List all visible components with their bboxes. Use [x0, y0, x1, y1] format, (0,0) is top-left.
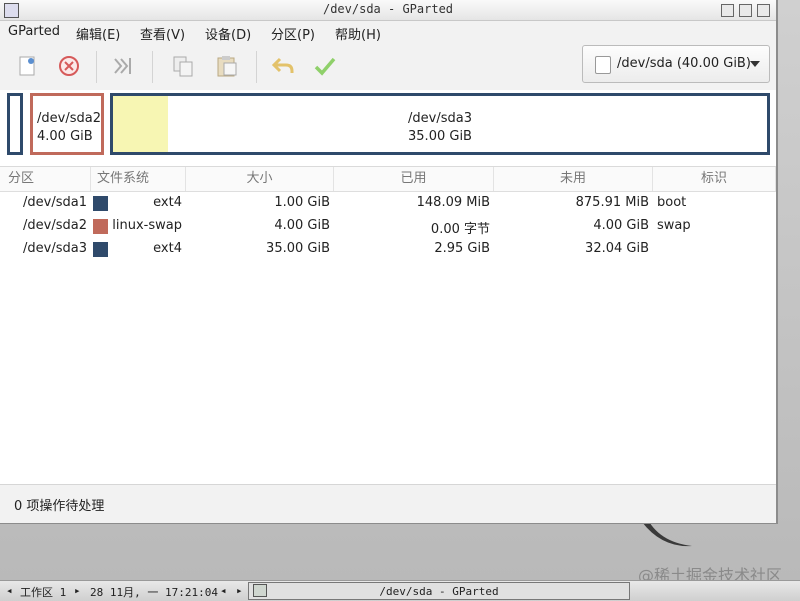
toolbar: /dev/sda (40.00 GiB) [0, 43, 776, 92]
new-partition-icon[interactable] [14, 53, 40, 79]
fs-color-swatch [93, 242, 108, 257]
disk-icon [595, 56, 611, 74]
table-row[interactable]: /dev/sda1 ext4 1.00 GiB 148.09 MiB 875.9… [0, 192, 776, 215]
fs-color-swatch [93, 196, 108, 211]
menu-help[interactable]: 帮助(H) [335, 24, 381, 43]
diskmap-sda2-size: 4.00 GiB [37, 129, 93, 144]
paste-icon[interactable] [214, 53, 240, 79]
clock[interactable]: 28 11月, 一 17:21:04 [90, 584, 218, 600]
delete-icon[interactable] [56, 53, 82, 79]
diskmap-sda3-name: /dev/sda3 [408, 111, 472, 126]
cell-used: 0.00 字节 [430, 222, 490, 237]
resize-move-icon[interactable] [110, 53, 136, 79]
cell-partition: /dev/sda3 [23, 241, 87, 256]
minimize-button[interactable] [721, 4, 734, 17]
cell-filesystem: ext4 [153, 195, 182, 210]
cell-size: 1.00 GiB [274, 195, 330, 210]
table-row[interactable]: /dev/sda2 linux-swap 4.00 GiB 0.00 字节 4.… [0, 215, 776, 238]
taskbar-window-button[interactable]: /dev/sda - GParted [248, 582, 630, 600]
cell-used: 2.95 GiB [434, 241, 490, 256]
workspace-label[interactable]: 工作区 1 [20, 584, 66, 600]
window-title: /dev/sda - GParted [322, 2, 454, 16]
taskbar: ◂ 工作区 1 ▸ 28 11月, 一 17:21:04 ◂ ▸ /dev/sd… [0, 580, 800, 601]
clock-left-arrow-icon[interactable]: ◂ [220, 584, 227, 597]
cell-partition: /dev/sda2 [23, 218, 87, 233]
cell-size: 35.00 GiB [266, 241, 330, 256]
taskbar-left-arrow-icon[interactable]: ◂ [6, 584, 13, 597]
partition-table: 分区 文件系统 大小 已用 未用 标识 /dev/sda1 ext4 1.00 … [0, 166, 776, 485]
device-selector-label: /dev/sda (40.00 GiB) [617, 56, 751, 71]
fs-color-swatch [93, 219, 108, 234]
cell-size: 4.00 GiB [274, 218, 330, 233]
header-flags[interactable]: 标识 [653, 167, 776, 191]
diskmap-sda2-label: /dev/sda2 4.00 GiB [37, 110, 101, 146]
menu-view[interactable]: 查看(V) [140, 24, 185, 43]
task-title: /dev/sda - GParted [379, 585, 499, 598]
maximize-button[interactable] [739, 4, 752, 17]
cell-unused: 875.91 MiB [575, 195, 649, 210]
disk-map: /dev/sda2 4.00 GiB /dev/sda3 35.00 GiB [0, 90, 776, 166]
cell-unused: 32.04 GiB [585, 241, 649, 256]
pending-operations-label: 0 项操作待处理 [14, 499, 105, 514]
cell-unused: 4.00 GiB [593, 218, 649, 233]
cell-filesystem: ext4 [153, 241, 182, 256]
menu-bar: GParted 编辑(E) 查看(V) 设备(D) 分区(P) 帮助(H) [0, 21, 776, 43]
diskmap-sda2-name: /dev/sda2 [37, 111, 101, 126]
status-bar: 0 项操作待处理 [0, 484, 776, 523]
cell-used: 148.09 MiB [416, 195, 490, 210]
table-row[interactable]: /dev/sda3 ext4 35.00 GiB 2.95 GiB 32.04 … [0, 238, 776, 261]
header-partition[interactable]: 分区 [0, 167, 91, 191]
cell-partition: /dev/sda1 [23, 195, 87, 210]
table-header: 分区 文件系统 大小 已用 未用 标识 [0, 167, 776, 192]
undo-icon[interactable] [270, 53, 296, 79]
menu-gparted[interactable]: GParted [8, 24, 60, 39]
diskmap-sda3-label: /dev/sda3 35.00 GiB [113, 110, 767, 146]
copy-icon[interactable] [170, 53, 196, 79]
menu-partition[interactable]: 分区(P) [271, 24, 315, 43]
cell-filesystem: linux-swap [112, 218, 182, 233]
header-used[interactable]: 已用 [334, 167, 494, 191]
menu-edit[interactable]: 编辑(E) [76, 24, 120, 43]
dropdown-arrow-icon [750, 61, 760, 67]
diskmap-sda3-size: 35.00 GiB [408, 129, 472, 144]
menu-device[interactable]: 设备(D) [205, 24, 251, 43]
title-bar[interactable]: /dev/sda - GParted [0, 0, 776, 21]
device-selector[interactable]: /dev/sda (40.00 GiB) [582, 45, 770, 83]
header-filesystem[interactable]: 文件系统 [91, 167, 186, 191]
header-unused[interactable]: 未用 [494, 167, 653, 191]
diskmap-sda3[interactable]: /dev/sda3 35.00 GiB [110, 93, 770, 155]
close-button[interactable] [757, 4, 770, 17]
apply-icon[interactable] [312, 53, 338, 79]
diskmap-sda1[interactable] [7, 93, 23, 155]
header-size[interactable]: 大小 [186, 167, 334, 191]
workspace-right-arrow-icon[interactable]: ▸ [74, 584, 81, 597]
diskmap-sda2[interactable]: /dev/sda2 4.00 GiB [30, 93, 104, 155]
cell-flags: swap [657, 218, 691, 233]
cell-flags: boot [657, 195, 687, 210]
clock-right-arrow-icon[interactable]: ▸ [236, 584, 243, 597]
gparted-window: /dev/sda - GParted GParted 编辑(E) 查看(V) 设… [0, 0, 778, 524]
